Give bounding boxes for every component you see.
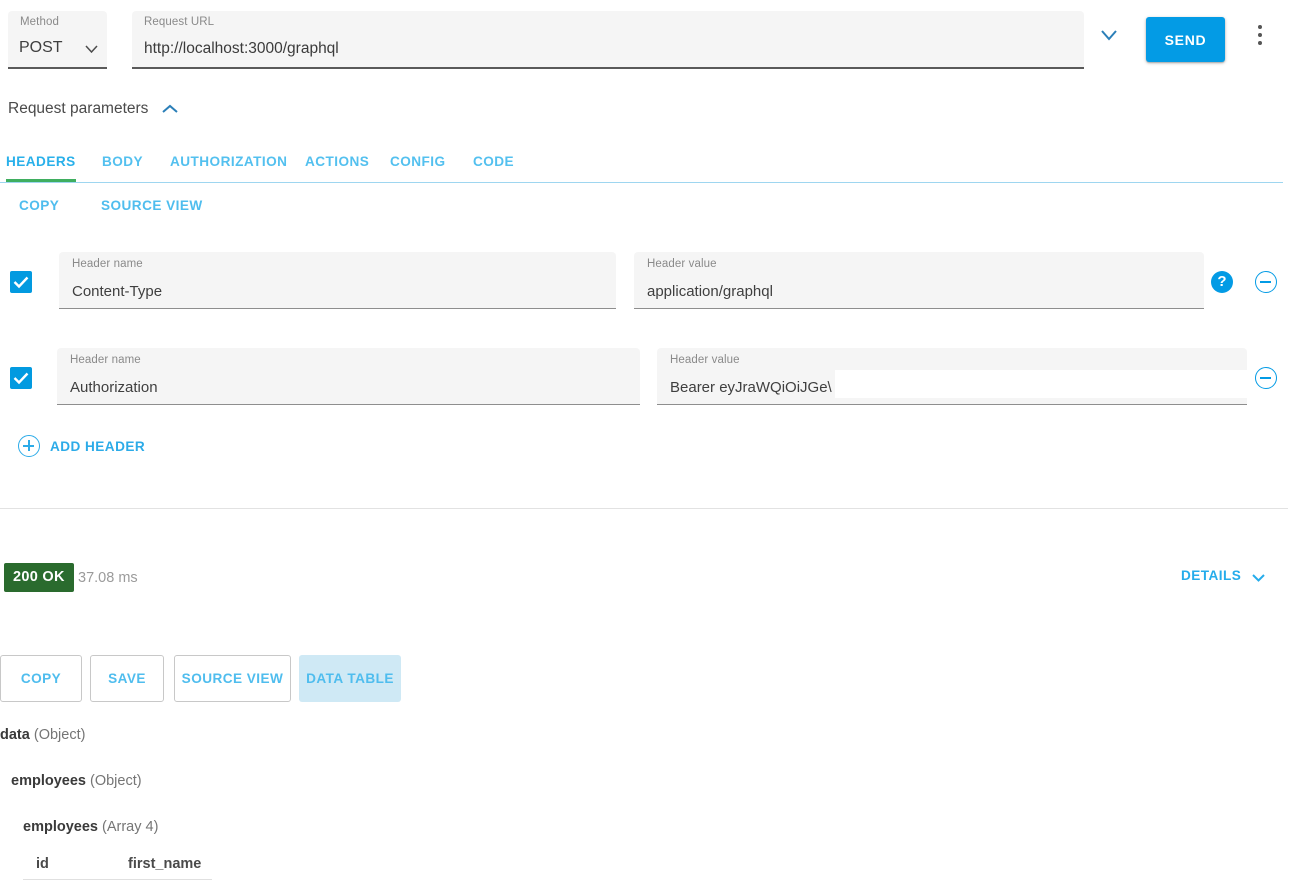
tab-config[interactable]: CONFIG bbox=[390, 147, 446, 182]
section-divider bbox=[0, 508, 1288, 509]
method-value: POST bbox=[19, 39, 63, 57]
help-circle-icon[interactable]: ? bbox=[1211, 271, 1233, 293]
response-time: 37.08 ms bbox=[78, 570, 138, 586]
minus-circle-icon[interactable] bbox=[1255, 367, 1277, 389]
tree-node-key: employees bbox=[11, 773, 86, 789]
request-parameters-toggle[interactable]: Request parameters bbox=[8, 100, 180, 118]
table-column-first-name: first_name bbox=[128, 856, 201, 872]
header-name-input[interactable]: Header name Authorization bbox=[57, 348, 640, 405]
chevron-down-icon bbox=[85, 45, 98, 53]
headers-source-view-button[interactable]: SOURCE VIEW bbox=[101, 198, 203, 213]
tree-node-employees-array[interactable]: employees (Array 4) bbox=[23, 819, 158, 835]
tree-node-employees-object[interactable]: employees (Object) bbox=[11, 773, 142, 789]
request-bar: Method POST Request URL http://localhost… bbox=[0, 0, 1311, 80]
tree-node-type: (Object) bbox=[90, 773, 142, 789]
chevron-down-icon[interactable] bbox=[1096, 26, 1122, 44]
header-name-input[interactable]: Header name Content-Type bbox=[59, 252, 616, 309]
tree-node-type: (Array 4) bbox=[102, 819, 158, 835]
request-url-label: Request URL bbox=[144, 16, 214, 28]
header-row: Header name Authorization Header value B… bbox=[0, 348, 1311, 408]
minus-circle-icon[interactable] bbox=[1255, 271, 1277, 293]
request-parameters-label: Request parameters bbox=[8, 100, 148, 118]
header-value-value: application/graphql bbox=[647, 283, 773, 300]
request-url-value: http://localhost:3000/graphql bbox=[144, 40, 339, 58]
headers-copy-button[interactable]: COPY bbox=[19, 198, 59, 213]
vertical-dots-icon[interactable] bbox=[1250, 25, 1270, 55]
api-client-page: Method POST Request URL http://localhost… bbox=[0, 0, 1311, 885]
request-url-input[interactable]: Request URL http://localhost:3000/graphq… bbox=[132, 11, 1084, 69]
request-parameter-tabs: HEADERS BODY AUTHORIZATION ACTIONS CONFI… bbox=[0, 147, 1283, 183]
header-name-value: Content-Type bbox=[72, 283, 162, 300]
tree-node-type: (Object) bbox=[34, 727, 86, 743]
header-value-input[interactable]: Header value application/graphql bbox=[634, 252, 1204, 309]
header-name-label: Header name bbox=[72, 258, 143, 270]
add-header-label: ADD HEADER bbox=[50, 439, 145, 454]
autocomplete-overlay bbox=[835, 370, 1247, 398]
response-data-table-button[interactable]: DATA TABLE bbox=[299, 655, 401, 702]
status-badge: 200 OK bbox=[4, 563, 74, 592]
table-column-id: id bbox=[36, 856, 49, 872]
plus-circle-icon bbox=[18, 435, 40, 457]
header-enabled-checkbox[interactable] bbox=[10, 367, 32, 389]
response-copy-button[interactable]: COPY bbox=[0, 655, 82, 702]
details-toggle[interactable]: DETAILS bbox=[1181, 568, 1267, 583]
tab-actions[interactable]: ACTIONS bbox=[305, 147, 369, 182]
add-header-button[interactable]: ADD HEADER bbox=[18, 435, 145, 457]
table-header-divider bbox=[23, 879, 212, 880]
chevron-down-icon bbox=[1250, 570, 1267, 581]
header-name-label: Header name bbox=[70, 354, 141, 366]
header-value-label: Header value bbox=[670, 354, 740, 366]
tab-authorization[interactable]: AUTHORIZATION bbox=[170, 147, 287, 182]
header-value-value: Bearer eyJraWQiOiJGe\ bbox=[670, 379, 832, 396]
send-button[interactable]: SEND bbox=[1146, 17, 1225, 62]
header-value-input[interactable]: Header value Bearer eyJraWQiOiJGe\ bbox=[657, 348, 1247, 405]
tab-code[interactable]: CODE bbox=[473, 147, 514, 182]
tree-node-key: data bbox=[0, 727, 30, 743]
tab-headers[interactable]: HEADERS bbox=[6, 147, 76, 182]
method-label: Method bbox=[20, 16, 59, 28]
header-row: Header name Content-Type Header value ap… bbox=[0, 252, 1311, 312]
header-value-label: Header value bbox=[647, 258, 717, 270]
response-save-button[interactable]: SAVE bbox=[90, 655, 164, 702]
tree-node-key: employees bbox=[23, 819, 98, 835]
header-name-value: Authorization bbox=[70, 379, 158, 396]
tab-body[interactable]: BODY bbox=[102, 147, 143, 182]
response-source-view-button[interactable]: SOURCE VIEW bbox=[174, 655, 291, 702]
chevron-up-icon bbox=[160, 103, 180, 116]
header-enabled-checkbox[interactable] bbox=[10, 271, 32, 293]
method-select[interactable]: Method POST bbox=[8, 11, 107, 69]
details-label: DETAILS bbox=[1181, 568, 1241, 583]
tree-node-data[interactable]: data (Object) bbox=[0, 727, 85, 743]
